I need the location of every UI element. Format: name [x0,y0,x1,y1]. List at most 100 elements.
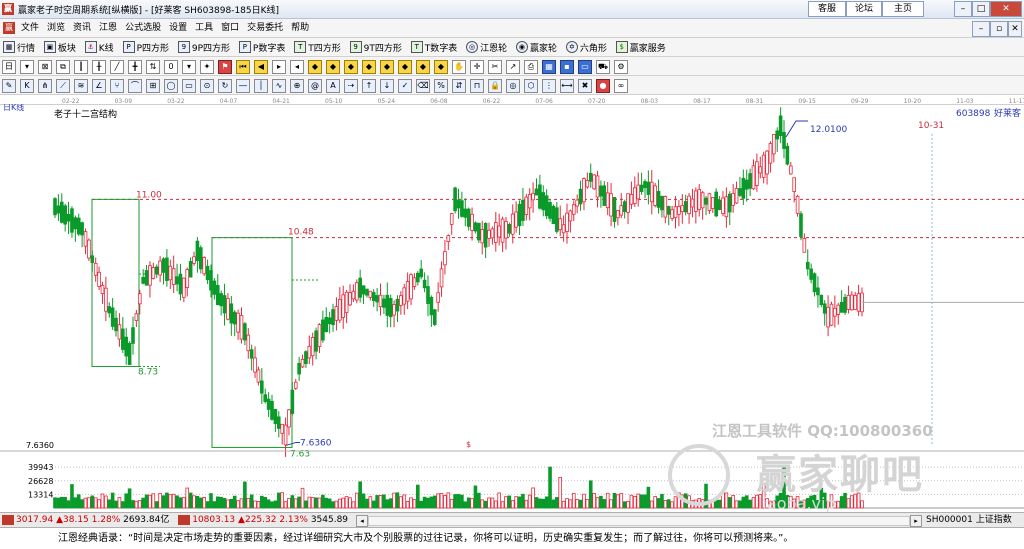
forum-link[interactable]: 论坛 [846,1,882,17]
pointer-alt-icon[interactable]: ◂ [290,60,304,74]
wheel-tool-icon[interactable]: ◎ [506,79,520,93]
tb-p-square-button[interactable]: P P四方形 [120,38,172,56]
tb-kline-button[interactable]: ⚓ K线 [82,38,117,56]
diamond-7-icon[interactable]: ◆ [416,60,430,74]
copy-icon[interactable]: ⧉ [56,60,70,74]
minimize-button[interactable]: – [954,1,972,17]
arrow-tool-icon[interactable]: ↗ [506,60,520,74]
close-button[interactable]: ✕ [990,1,1022,17]
tb-quotes-button[interactable]: ▦ 行情 [0,38,38,56]
candle-icon[interactable]: ┃ [74,60,88,74]
menu-browse[interactable]: 浏览 [43,19,69,37]
scroll-left-button[interactable]: ◂ [356,515,368,527]
mdi-close-button[interactable]: ✕ [1008,21,1022,37]
wave-icon[interactable]: ∿ [272,79,286,93]
color-icon[interactable]: ● [596,79,610,93]
menu-formula-screener[interactable]: 公式选股 [121,19,165,37]
monitor-icon[interactable]: ▭ [578,60,592,74]
print-preview-icon[interactable]: ⎙ [524,60,538,74]
tb-winner-wheel-button[interactable]: ◉ 赢家轮 [513,38,560,56]
diamond-3-icon[interactable]: ◆ [344,60,358,74]
ray-icon[interactable]: ⟋ [56,79,70,93]
tb-p-number-button[interactable]: P P数字表 [236,38,288,56]
tb-hexagon-button[interactable]: ✡ 六角形 [563,38,610,56]
diamond-8-icon[interactable]: ◆ [434,60,448,74]
diamond-4-icon[interactable]: ◆ [362,60,376,74]
fib-icon[interactable]: ⊞ [146,79,160,93]
box-tool-icon[interactable]: ⊠ [38,60,52,74]
cycle-icon[interactable]: ↻ [218,79,232,93]
pen-icon[interactable]: ✎ [2,79,16,93]
save-icon[interactable]: ▪ [560,60,574,74]
settings-icon[interactable]: ⚙ [614,60,628,74]
date-icon[interactable]: 日 [2,60,16,74]
crosshair-icon[interactable]: ✛ [470,60,484,74]
tb-winner-service-button[interactable]: $ 赢家服务 [613,38,669,56]
fork-icon[interactable]: ⑂ [110,79,124,93]
tb-t-number-button[interactable]: T T数字表 [408,38,461,56]
menu-window[interactable]: 窗口 [217,19,243,37]
period-select[interactable]: 0 [164,60,178,74]
bar-icon[interactable]: ╫ [92,60,106,74]
menu-gann[interactable]: 江恩 [95,19,121,37]
calendar-icon[interactable]: ▾ [20,60,34,74]
mdi-restore-button[interactable]: ▫ [990,21,1008,37]
delete-all-icon[interactable]: ✖ [578,79,592,93]
eraser-icon[interactable]: ⌫ [416,79,430,93]
arrow-up-icon[interactable]: ↑ [362,79,376,93]
k-icon[interactable]: K [20,79,34,93]
hand-icon[interactable]: ✋ [452,60,466,74]
rect-icon[interactable]: ▭ [182,79,196,93]
vline-icon[interactable]: │ [254,79,268,93]
grid-view-icon[interactable]: ▦ [542,60,556,74]
first-icon[interactable]: ⏮ [236,60,250,74]
magnet-icon[interactable]: ⊓ [470,79,484,93]
gann-grid-icon[interactable]: ⊕ [290,79,304,93]
pointer-icon[interactable]: ▸ [272,60,286,74]
flag-icon[interactable]: ⚑ [218,60,232,74]
text-icon[interactable]: A [326,79,340,93]
customer-service-link[interactable]: 客服 [808,1,846,17]
tb-9t-square-button[interactable]: 9 9T四方形 [347,38,405,56]
menu-help[interactable]: 帮助 [287,19,313,37]
percent-icon[interactable]: % [434,79,448,93]
chevron-down-icon[interactable]: ▾ [182,60,196,74]
tb-t-square-button[interactable]: T T四方形 [291,38,344,56]
diamond-6-icon[interactable]: ◆ [398,60,412,74]
spiral-icon[interactable]: @ [308,79,322,93]
arrows-icon[interactable]: ⇅ [146,60,160,74]
hex-tool-icon[interactable]: ⬡ [524,79,538,93]
tb-gann-wheel-button[interactable]: ◎ 江恩轮 [463,38,510,56]
menu-settings[interactable]: 设置 [165,19,191,37]
angle-icon[interactable]: ∠ [92,79,106,93]
circle-target-icon[interactable]: ⊙ [200,79,214,93]
arc-icon[interactable]: ⌒ [128,79,142,93]
menu-tools[interactable]: 工具 [191,19,217,37]
maximize-button[interactable]: □ [972,1,990,17]
lock-icon[interactable]: 🔒 [488,79,502,93]
scroll-right-button[interactable]: ▸ [910,515,922,527]
homepage-link[interactable]: 主页 [882,1,924,17]
prev-icon[interactable]: ◀ [254,60,268,74]
sort-icon[interactable]: ⇵ [452,79,466,93]
measure-icon[interactable]: ⟷ [560,79,574,93]
channel-icon[interactable]: ≋ [74,79,88,93]
diamond-5-icon[interactable]: ◆ [380,60,394,74]
infinity-icon[interactable]: ∞ [614,79,628,93]
menu-news[interactable]: 资讯 [69,19,95,37]
mdi-minimize-button[interactable]: – [972,21,990,37]
line-chart-icon[interactable]: ╱ [110,60,124,74]
tb-9p-square-button[interactable]: 9 9P四方形 [175,38,233,56]
menu-file[interactable]: 文件 [17,19,43,37]
diamond-2-icon[interactable]: ◆ [326,60,340,74]
fan-icon[interactable]: ⋔ [38,79,52,93]
speed-line-icon[interactable]: ⇢ [344,79,358,93]
cross-icon[interactable]: ╋ [128,60,142,74]
car-icon[interactable]: ⛟ [596,60,610,74]
menu-trading[interactable]: 交易委托 [243,19,287,37]
star-icon[interactable]: ✦ [200,60,214,74]
mark-icon[interactable]: ✓ [398,79,412,93]
ellipse-icon[interactable]: ◯ [164,79,178,93]
tb-sector-button[interactable]: ▣ 板块 [41,38,79,56]
hline-icon[interactable]: ― [236,79,250,93]
